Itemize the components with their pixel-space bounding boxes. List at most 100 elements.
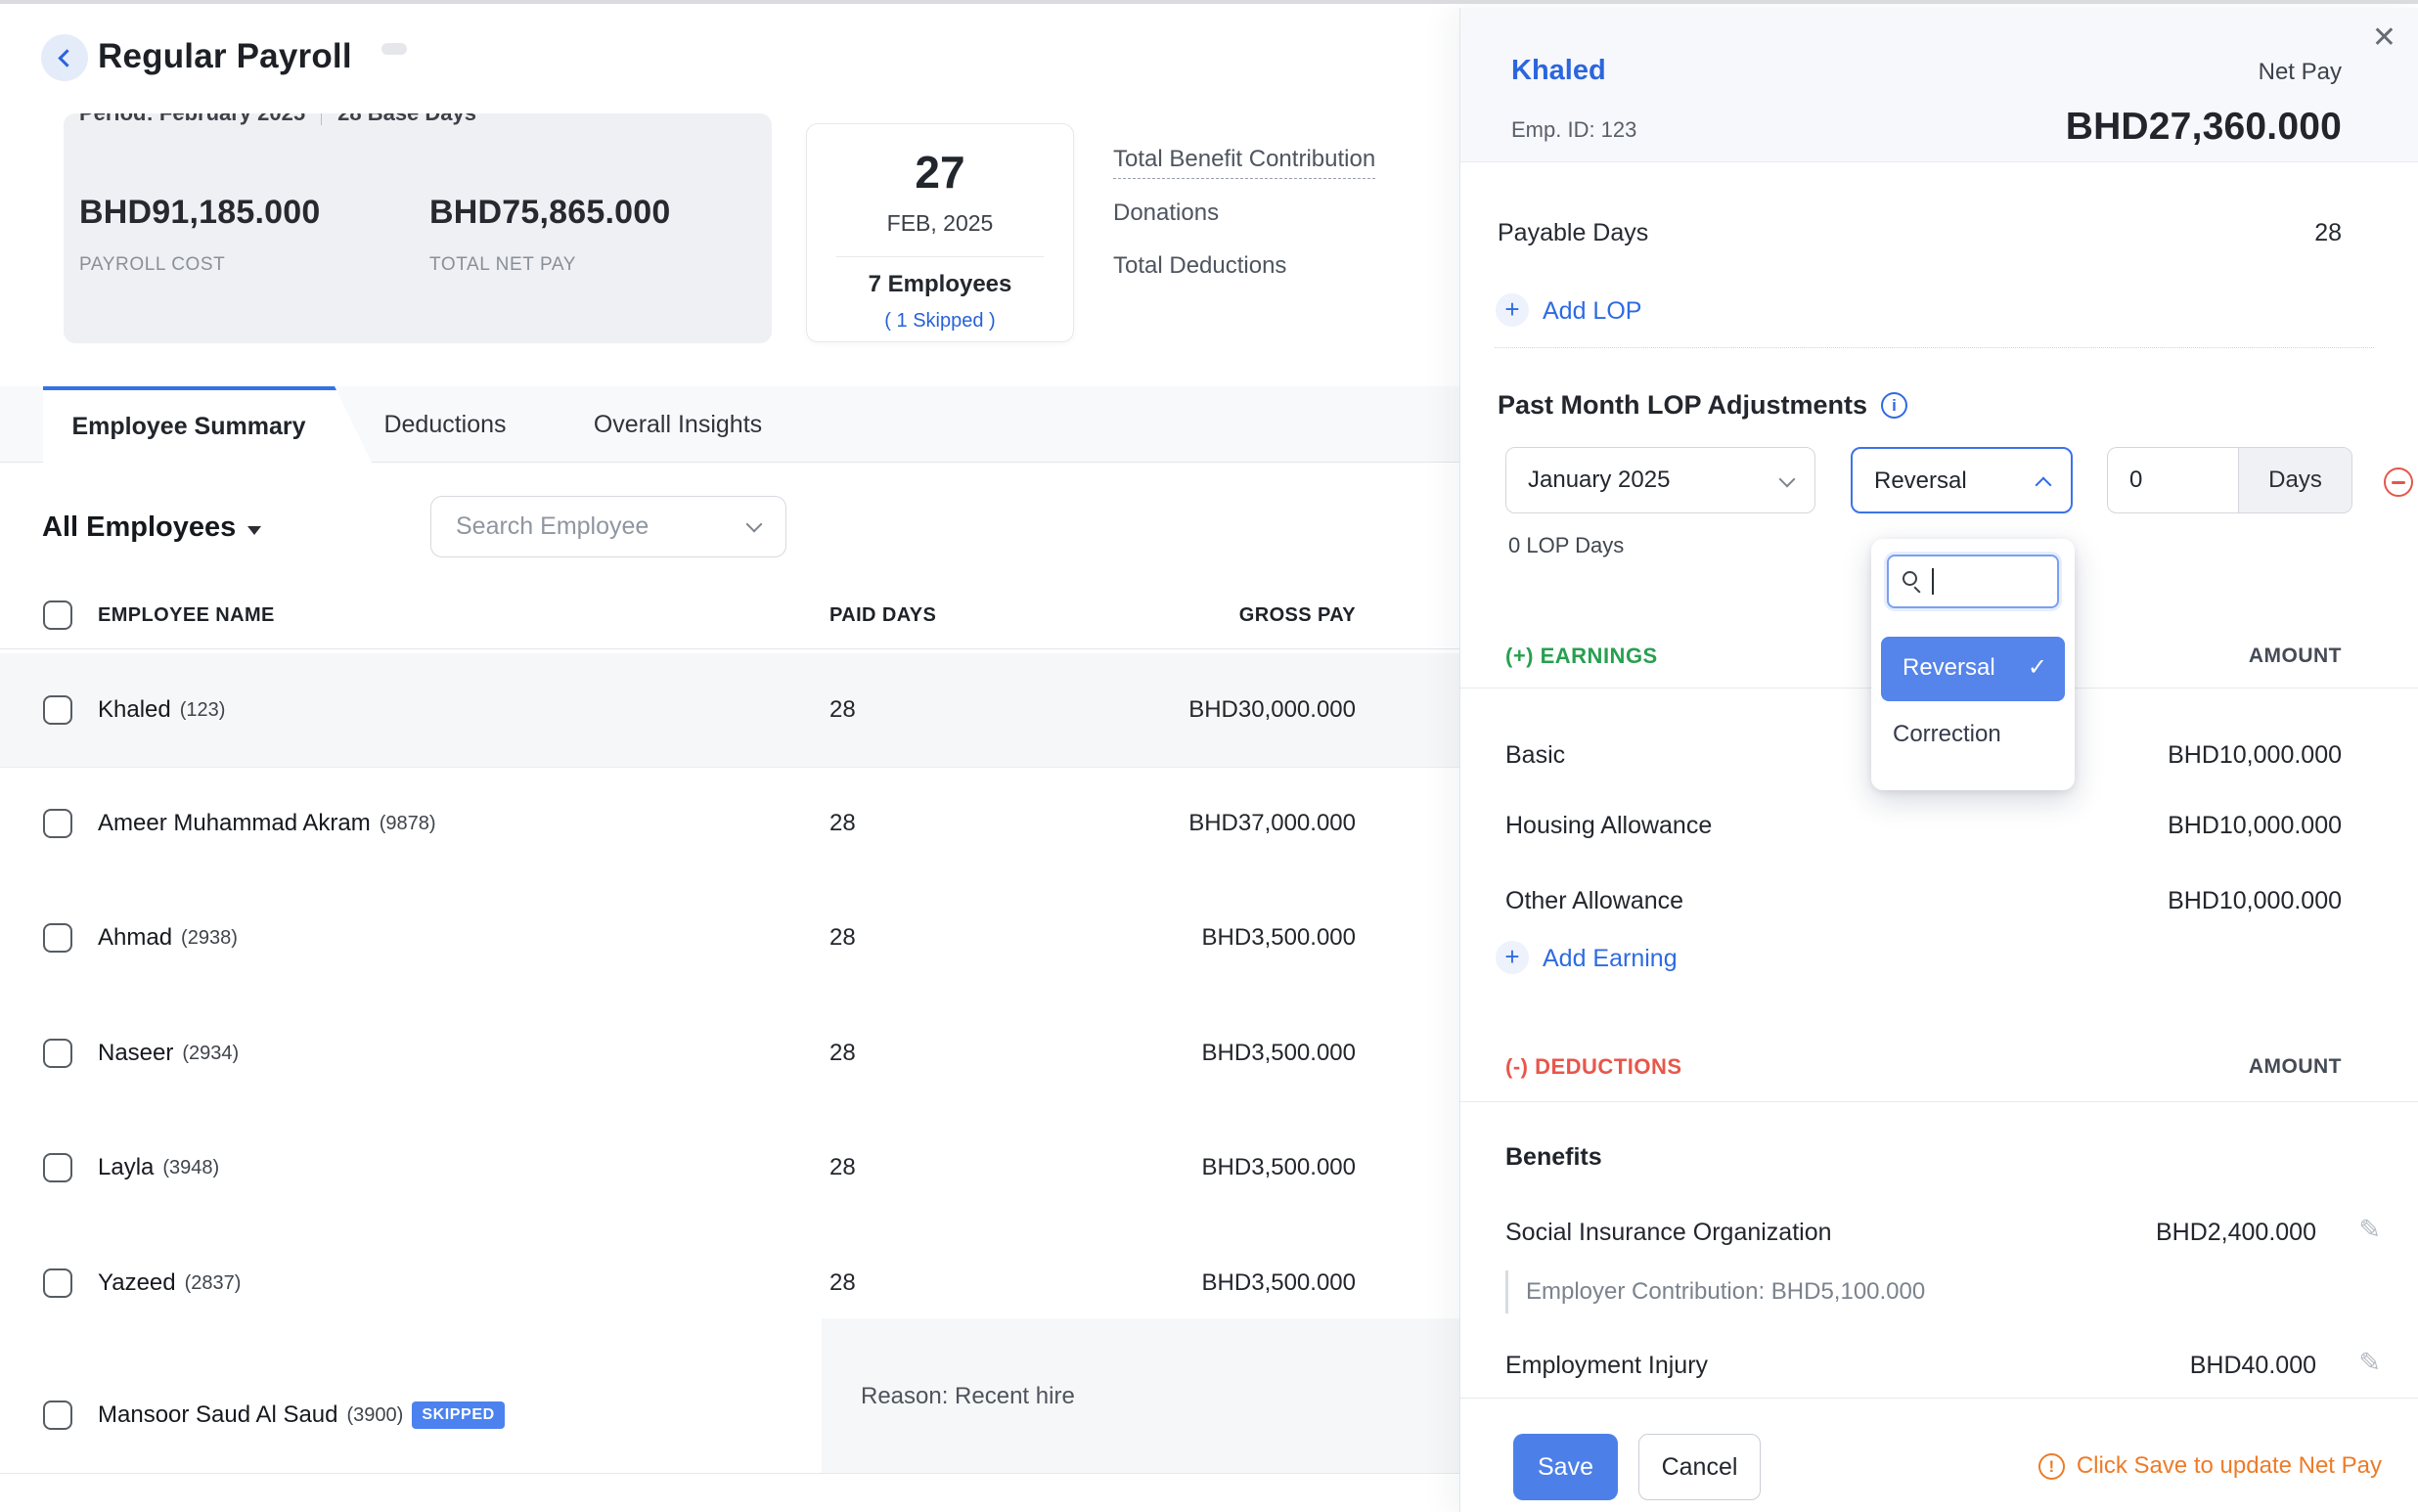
deduction-amount: BHD2,400.000 — [2156, 1219, 2316, 1247]
days-unit-suffix: Days — [2238, 448, 2351, 512]
save-warning: ! Click Save to update Net Pay — [2038, 1452, 2382, 1480]
deduction-amount: BHD40.000 — [2190, 1352, 2316, 1380]
lop-type-dropdown: Reversal ✓ Correction — [1871, 539, 2075, 790]
tab-bar: Employee Summary Deductions Overall Insi… — [0, 386, 1459, 463]
option-reversal[interactable]: Reversal ✓ — [1881, 637, 2065, 701]
select-all-checkbox[interactable] — [43, 600, 72, 630]
paid-days: 28 — [829, 810, 856, 837]
close-icon[interactable]: ✕ — [2372, 23, 2396, 53]
payable-days-label: Payable Days — [1498, 219, 1648, 247]
deductions-amount-header: AMOUNT — [2249, 1055, 2342, 1079]
employee-count: 7 Employees — [807, 271, 1073, 298]
plus-icon: + — [1496, 941, 1529, 974]
search-icon — [1903, 571, 1917, 586]
tab-deductions[interactable]: Deductions — [383, 386, 506, 463]
paid-days: 28 — [829, 1040, 856, 1067]
divider — [321, 113, 322, 125]
col-gross-pay: GROSS PAY — [1239, 587, 1356, 644]
remove-lop-row-icon[interactable] — [2384, 467, 2413, 497]
gross-pay: BHD3,500.000 — [1202, 1154, 1356, 1181]
chevron-left-icon — [58, 49, 75, 67]
paid-days: 28 — [829, 924, 856, 952]
employee-name: Naseer — [98, 1040, 173, 1067]
earnings-section-title: (+) EARNINGS — [1505, 644, 1658, 669]
row-checkbox[interactable] — [43, 1401, 72, 1430]
paid-days: 28 — [829, 1269, 856, 1297]
row-checkbox[interactable] — [43, 809, 72, 838]
employee-name: Layla — [98, 1154, 154, 1181]
save-button[interactable]: Save — [1513, 1434, 1618, 1500]
lop-days-input[interactable]: 0 — [2129, 448, 2142, 512]
tab-overall-insights[interactable]: Overall Insights — [594, 386, 762, 463]
add-earning-button[interactable]: Add Earning — [1543, 945, 1678, 973]
total-deductions-link[interactable]: Total Deductions — [1113, 252, 1286, 280]
gross-pay: BHD3,500.000 — [1202, 1040, 1356, 1067]
gross-pay: BHD3,500.000 — [1202, 924, 1356, 952]
employee-name: Ameer Muhammad Akram — [98, 810, 371, 837]
row-checkbox[interactable] — [43, 1153, 72, 1182]
total-net-pay-label: TOTAL NET PAY — [429, 254, 576, 276]
donations-link[interactable]: Donations — [1113, 200, 1219, 227]
search-placeholder: Search Employee — [456, 497, 649, 556]
table-header: EMPLOYEE NAME PAID DAYS GROSS PAY — [0, 587, 1459, 649]
benefits-group-label: Benefits — [1505, 1143, 1602, 1172]
table-row[interactable]: Ameer Muhammad Akram(9878) 28 BHD37,000.… — [0, 767, 1459, 880]
lop-days-field[interactable]: 0 Days — [2107, 447, 2352, 513]
chevron-down-icon — [1779, 471, 1796, 488]
payroll-app: Regular Payroll Period: February 2025 28… — [0, 0, 2418, 1512]
tab-label: Employee Summary — [43, 390, 335, 463]
info-icon[interactable]: i — [1881, 392, 1907, 419]
gross-pay: BHD37,000.000 — [1188, 810, 1356, 837]
gross-pay: BHD3,500.000 — [1202, 1269, 1356, 1297]
divider — [0, 1473, 1459, 1474]
dropdown-search-input[interactable] — [1887, 555, 2059, 608]
table-row[interactable]: Mansoor Saud Al Saud (3900) SKIPPED — [0, 1356, 1459, 1474]
row-checkbox[interactable] — [43, 695, 72, 725]
employee-name: Ahmad — [98, 924, 172, 952]
table-row[interactable]: Ahmad (2938) 28 BHD3,500.000 — [0, 881, 1459, 995]
option-correction[interactable]: Correction — [1893, 721, 2001, 748]
deductions-section-title: (-) DEDUCTIONS — [1505, 1054, 1682, 1080]
employee-name-link[interactable]: Khaled — [1511, 55, 1606, 87]
employee-id: (3900) — [347, 1404, 404, 1427]
plus-icon: + — [1496, 293, 1529, 327]
total-benefit-contribution-link[interactable]: Total Benefit Contribution — [1113, 146, 1375, 179]
add-lop-button[interactable]: Add LOP — [1543, 297, 1641, 326]
payroll-cost-value: BHD91,185.000 — [79, 194, 320, 232]
lop-type-select[interactable]: Reversal — [1851, 447, 2073, 513]
col-employee-name: EMPLOYEE NAME — [98, 587, 275, 644]
pay-date-card: 27 FEB, 2025 7 Employees ( 1 Skipped ) — [806, 123, 1074, 342]
table-row[interactable]: Khaled(123) 28 BHD30,000.000 — [0, 653, 1459, 768]
cancel-button[interactable]: Cancel — [1638, 1434, 1761, 1500]
skipped-count-link[interactable]: ( 1 Skipped ) — [807, 310, 1073, 333]
chevron-down-icon — [746, 516, 763, 533]
pay-period: Period: February 2025 28 Base Days — [79, 113, 476, 126]
divider — [836, 256, 1044, 257]
warning-text: Click Save to update Net Pay — [2077, 1452, 2382, 1480]
page-title: Regular Payroll — [98, 37, 352, 76]
table-row[interactable]: Naseer(2934) 28 BHD3,500.000 — [0, 997, 1459, 1110]
row-checkbox[interactable] — [43, 1268, 72, 1298]
table-row[interactable]: Layla(3948) 28 BHD3,500.000 — [0, 1111, 1459, 1224]
earnings-amount-header: AMOUNT — [2249, 645, 2342, 668]
lop-month-select[interactable]: January 2025 — [1505, 447, 1815, 513]
net-pay-value: BHD27,360.000 — [2066, 106, 2342, 149]
col-paid-days: PAID DAYS — [829, 587, 936, 644]
search-employee-select[interactable]: Search Employee — [430, 496, 786, 557]
back-button[interactable] — [41, 34, 88, 81]
earning-amount: BHD10,000.000 — [2168, 812, 2342, 840]
caret-down-icon — [247, 526, 261, 535]
tab-employee-summary[interactable]: Employee Summary — [43, 386, 372, 463]
payable-days-value: 28 — [2314, 219, 2342, 247]
all-employees-filter[interactable]: All Employees — [42, 511, 261, 544]
base-days-label: 28 Base Days — [337, 113, 476, 126]
check-icon: ✓ — [2028, 637, 2047, 699]
employee-id: (2837) — [185, 1272, 242, 1295]
skipped-badge: SKIPPED — [412, 1401, 504, 1429]
employee-name: Mansoor Saud Al Saud — [98, 1401, 338, 1429]
employee-id: (2938) — [181, 927, 238, 950]
edit-icon[interactable]: ✎ — [2358, 1350, 2381, 1376]
row-checkbox[interactable] — [43, 923, 72, 953]
row-checkbox[interactable] — [43, 1039, 72, 1068]
edit-icon[interactable]: ✎ — [2358, 1217, 2381, 1243]
